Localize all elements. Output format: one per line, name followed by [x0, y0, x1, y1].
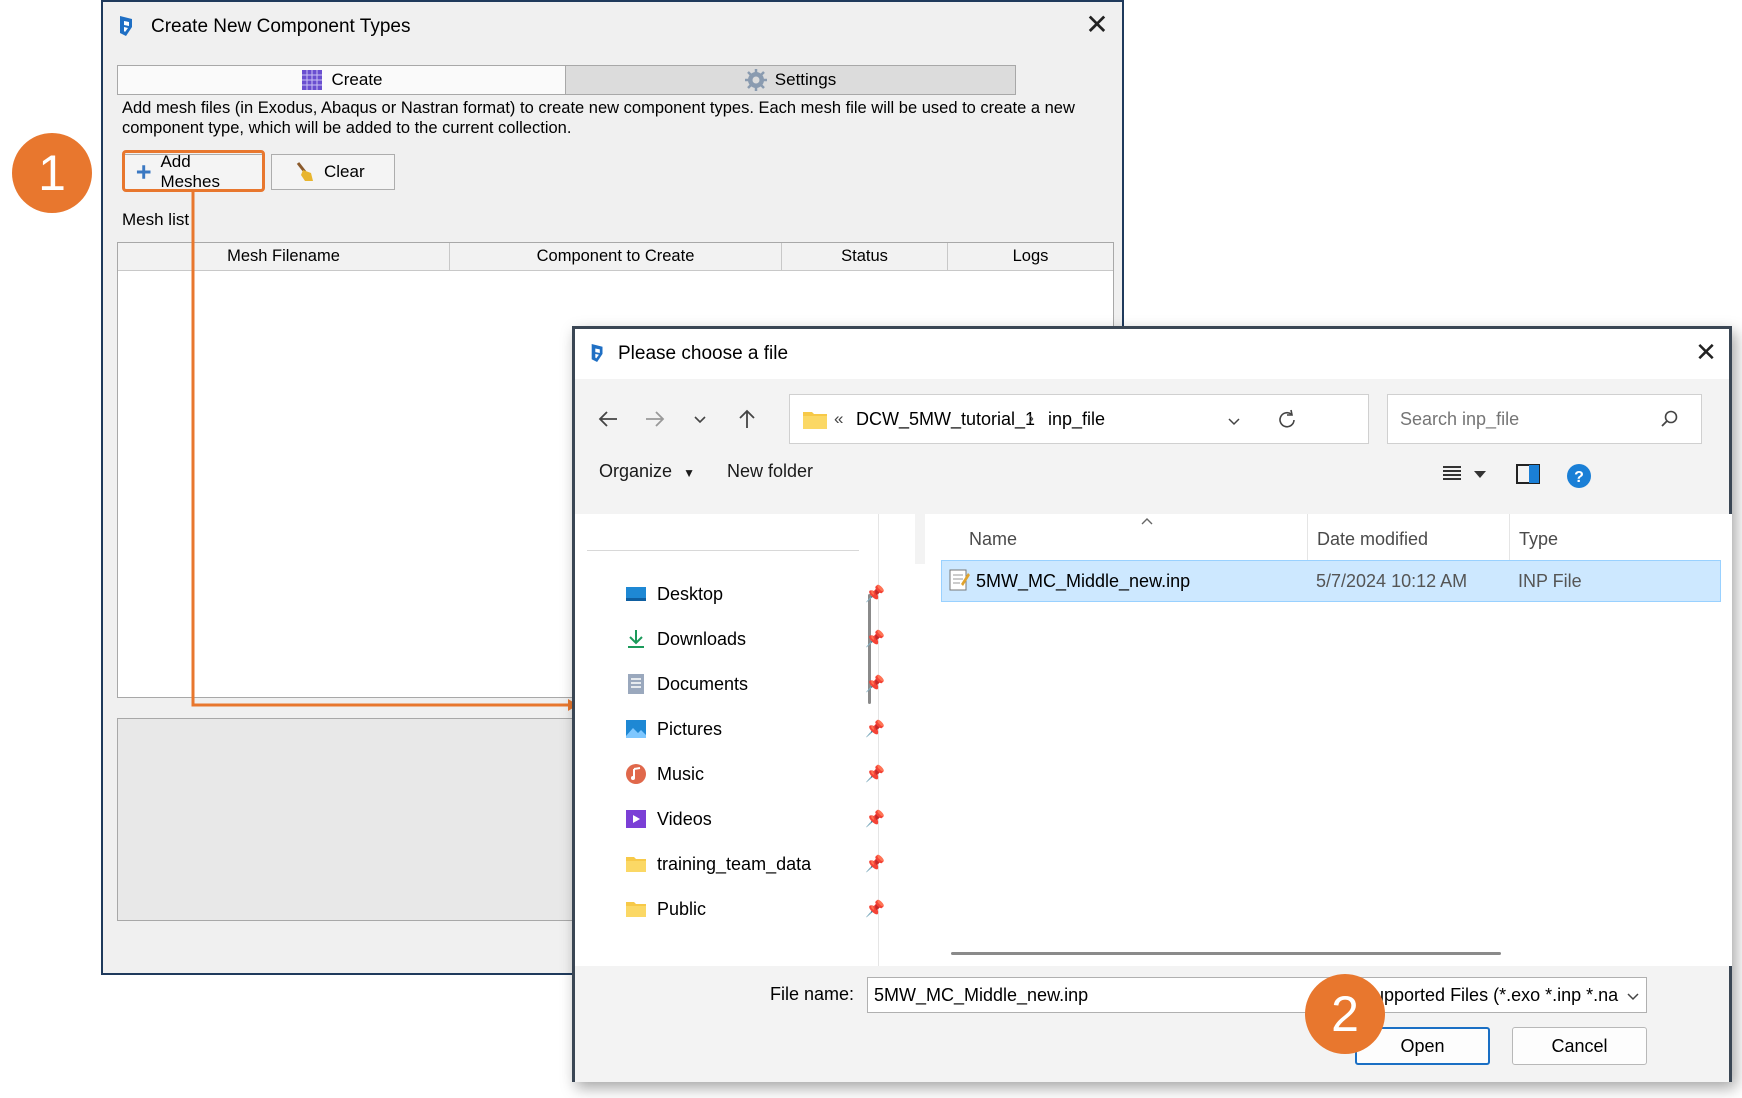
help-icon[interactable]: ? [1566, 463, 1592, 489]
arrow-up-icon [739, 409, 755, 428]
pin-icon: 📌 [865, 631, 885, 648]
column-header-type[interactable]: Type [1519, 514, 1558, 564]
nav-item-documents[interactable]: Documents 📌 [625, 664, 885, 704]
pin-icon: 📌 [865, 721, 885, 738]
nav-item-videos[interactable]: Videos 📌 [625, 799, 885, 839]
overflow-chevrons[interactable]: « [834, 409, 843, 429]
caret-down-icon: ▼ [683, 466, 695, 480]
chevron-down-icon [694, 416, 706, 424]
divider [1307, 514, 1308, 560]
nav-item-label: Desktop [657, 583, 724, 604]
pin-icon: 📌 [865, 766, 885, 783]
title-bar: Please choose a file ✕ [575, 329, 1729, 379]
file-type-filter[interactable]: Supported Files (*.exo *.inp *.na [1355, 977, 1647, 1013]
recent-locations-button[interactable] [685, 404, 715, 434]
app-logo-icon [591, 344, 603, 362]
divider [1509, 514, 1510, 560]
file-row[interactable]: 5MW_MC_Middle_new.inp 5/7/2024 10:12 AM … [941, 560, 1721, 602]
folder-icon [626, 857, 646, 872]
search-input[interactable] [1398, 404, 1652, 434]
nav-item-label: Documents [657, 673, 749, 694]
refresh-icon[interactable] [1276, 409, 1298, 431]
arrow-left-icon [598, 411, 617, 427]
filter-value: Supported Files (*.exo *.inp *.na [1362, 985, 1619, 1005]
step-callout: 2 [1305, 974, 1385, 1054]
file-chooser-dialog: Please choose a file ✕ « DCW_5MW_tutoria… [572, 326, 1732, 1082]
nav-item-training-team-data[interactable]: training_team_data 📌 [625, 844, 885, 884]
file-name-input[interactable]: 5MW_MC_Middle_new.inp [867, 977, 1335, 1013]
dialog-title: Please choose a file [618, 343, 789, 364]
cancel-button[interactable]: Cancel [1512, 1027, 1647, 1065]
nav-item-label: Videos [657, 808, 712, 829]
close-button[interactable]: ✕ [1691, 337, 1721, 367]
file-date: 5/7/2024 10:12 AM [1316, 571, 1468, 591]
file-list[interactable]: Name Date modified Type 5MW_MC_Middle_ne… [925, 514, 1732, 966]
nav-item-desktop[interactable]: Desktop 📌 [625, 574, 885, 614]
arrow-right-icon [646, 411, 665, 427]
pin-icon: 📌 [865, 856, 885, 873]
svg-text:?: ? [1574, 469, 1584, 486]
nav-item-label: Music [657, 763, 705, 784]
music-icon [626, 764, 646, 784]
nav-item-downloads[interactable]: Downloads 📌 [625, 619, 885, 659]
view-options-icon[interactable] [1441, 465, 1463, 483]
file-icon [949, 569, 970, 591]
nav-item-public[interactable]: Public 📌 [625, 889, 885, 929]
pin-icon: 📌 [865, 586, 885, 603]
folder-icon [626, 902, 646, 917]
sort-ascending-icon [1141, 518, 1153, 525]
step-callout: 1 [12, 133, 92, 213]
divider [587, 550, 859, 551]
nav-item-pictures[interactable]: Pictures 📌 [625, 709, 885, 749]
pin-icon: 📌 [865, 676, 885, 693]
nav-item-music[interactable]: Music 📌 [625, 754, 885, 794]
column-header-date[interactable]: Date modified [1317, 514, 1428, 564]
file-name: 5MW_MC_Middle_new.inp [976, 571, 1191, 591]
horizontal-scrollbar[interactable] [951, 952, 1501, 955]
column-header-name[interactable]: Name [969, 514, 1017, 564]
back-button[interactable] [593, 404, 623, 434]
nav-item-label: Downloads [657, 628, 747, 649]
up-button[interactable] [732, 404, 762, 434]
nav-item-label: training_team_data [657, 853, 812, 874]
breadcrumb-separator: › [1028, 408, 1034, 428]
desktop-icon [626, 587, 646, 601]
file-type: INP File [1518, 571, 1582, 591]
navigation-pane[interactable]: Desktop 📌 Downloads 📌 Documents 📌 Pictur… [575, 514, 915, 966]
videos-icon [626, 810, 646, 828]
nav-item-label: Pictures [657, 718, 723, 739]
download-icon [628, 630, 644, 648]
search-box[interactable] [1387, 394, 1702, 444]
document-icon [628, 674, 644, 694]
new-folder-button[interactable]: New folder [727, 461, 813, 482]
search-icon [1661, 410, 1678, 427]
pictures-icon [626, 720, 646, 738]
pin-icon: 📌 [865, 811, 885, 828]
folder-icon [803, 412, 827, 429]
forward-button[interactable] [640, 404, 670, 434]
breadcrumb-item[interactable]: inp_file [1048, 409, 1105, 430]
address-bar[interactable]: « DCW_5MW_tutorial_1 › inp_file [789, 394, 1369, 444]
caret-down-icon[interactable] [1473, 469, 1487, 479]
nav-item-label: Public [657, 898, 707, 919]
chevron-down-icon[interactable] [1226, 413, 1242, 429]
pin-icon: 📌 [865, 901, 885, 918]
organize-label: Organize [599, 461, 673, 481]
file-name-label: File name: [770, 984, 855, 1004]
breadcrumb-item[interactable]: DCW_5MW_tutorial_1 [856, 409, 1035, 430]
preview-pane-icon[interactable] [1515, 463, 1541, 485]
organize-menu[interactable]: Organize ▼ [599, 461, 695, 482]
chevron-down-icon [1627, 993, 1639, 1001]
